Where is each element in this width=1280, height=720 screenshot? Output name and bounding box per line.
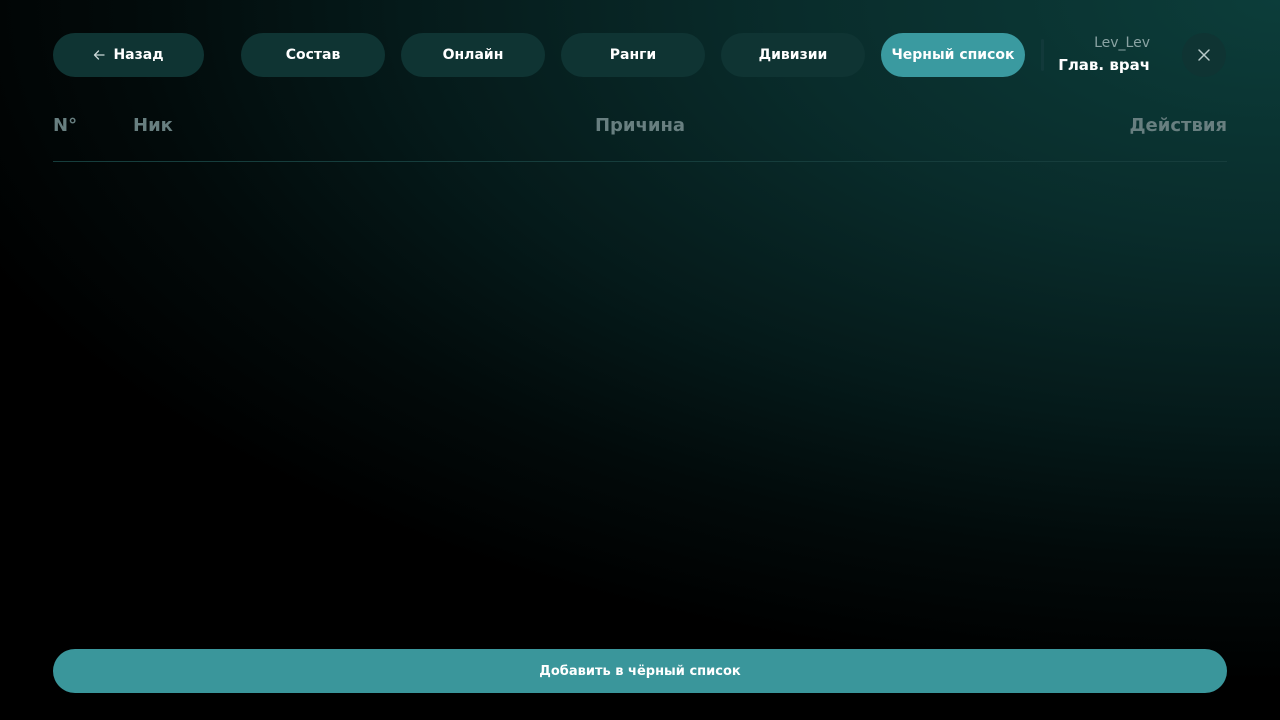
close-button[interactable] bbox=[1182, 33, 1226, 77]
back-button-label: Назад bbox=[113, 47, 164, 63]
user-role: Глав. врач bbox=[1058, 56, 1150, 74]
tab-label: Состав bbox=[285, 47, 341, 63]
tab-label: Черный список bbox=[891, 47, 1015, 63]
tab-label: Дивизии bbox=[758, 47, 828, 63]
tab-ranks[interactable]: Ранги bbox=[561, 33, 705, 77]
column-header-reason: Причина bbox=[594, 115, 686, 136]
tab-divisions[interactable]: Дивизии bbox=[721, 33, 865, 77]
close-icon bbox=[1198, 49, 1210, 61]
tab-blacklist[interactable]: Черный список bbox=[881, 33, 1025, 77]
top-navigation: Назад Состав Онлайн Ранги Дивизии Черный… bbox=[53, 33, 1227, 77]
tab-label: Ранги bbox=[609, 47, 657, 63]
arrow-left-icon bbox=[94, 50, 106, 60]
column-header-actions: Действия bbox=[1129, 115, 1227, 136]
tab-label: Онлайн bbox=[442, 47, 504, 63]
add-to-blacklist-button[interactable]: Добавить в чёрный список bbox=[53, 649, 1227, 693]
column-header-number: N° bbox=[53, 115, 78, 136]
blacklist-table-body bbox=[53, 162, 1227, 632]
back-button[interactable]: Назад bbox=[53, 33, 204, 77]
tab-sostav[interactable]: Состав bbox=[241, 33, 385, 77]
user-info: Lev_Lev Глав. врач bbox=[1049, 33, 1150, 77]
add-to-blacklist-label: Добавить в чёрный список bbox=[539, 663, 741, 679]
column-header-nick: Ник bbox=[133, 115, 173, 136]
tab-online[interactable]: Онлайн bbox=[401, 33, 545, 77]
user-divider bbox=[1041, 39, 1044, 71]
table-header: Причина N° Ник Действия bbox=[53, 115, 1227, 143]
user-name: Lev_Lev bbox=[1094, 35, 1150, 51]
